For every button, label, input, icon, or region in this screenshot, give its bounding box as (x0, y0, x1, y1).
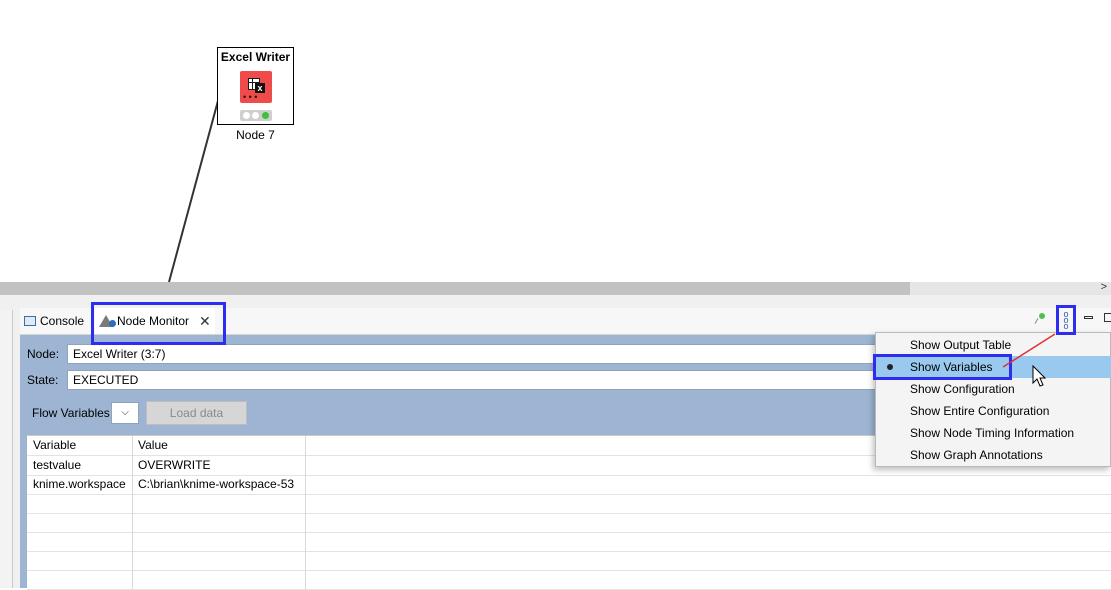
column-header-variable[interactable]: Variable (27, 436, 132, 455)
menu-item-show-output-table[interactable]: Show Output Table (876, 334, 1111, 356)
tab-label: Console (40, 314, 85, 328)
highlight-box-tab (91, 302, 226, 345)
scroll-right-icon[interactable]: > (1101, 281, 1107, 293)
menu-item-label: Show Graph Annotations (910, 448, 1043, 462)
menu-item-show-graph-annotations[interactable]: Show Graph Annotations (876, 444, 1111, 466)
tab-console[interactable]: Console (24, 308, 84, 334)
value-cell: OVERWRITE (138, 458, 211, 472)
highlight-box-menu-button (1056, 305, 1076, 335)
column-divider[interactable] (305, 436, 306, 589)
node-field: Excel Writer (3:7) (67, 344, 907, 364)
chevron-down-icon: ⌵ (121, 407, 129, 418)
minimize-icon[interactable] (1084, 316, 1093, 319)
node-label[interactable]: Node 7 (217, 128, 294, 142)
menu-item-label: Show Configuration (910, 382, 1015, 396)
flow-variables-dropdown[interactable]: ⌵ (111, 402, 139, 424)
menu-item-label: Show Node Timing Information (910, 426, 1075, 440)
menu-item-show-entire-configuration[interactable]: Show Entire Configuration (876, 400, 1111, 422)
table-row[interactable]: knime.workspace C:\brian\knime-workspace… (27, 475, 1111, 495)
table-row-empty (27, 513, 1111, 533)
left-panel-edge (0, 310, 13, 588)
column-header-value[interactable]: Value (132, 436, 304, 455)
table-row-empty (27, 551, 1111, 571)
variable-cell: knime.workspace (33, 477, 126, 491)
pin-icon[interactable] (1039, 313, 1045, 319)
menu-item-show-node-timing-information[interactable]: Show Node Timing Information (876, 422, 1111, 444)
state-field: EXECUTED (67, 370, 907, 390)
node-status-traffic-light (240, 110, 272, 121)
value-cell: C:\brian\knime-workspace-53 (138, 477, 295, 491)
view-menu-dropdown: Show Output Table Show Variables Show Co… (875, 332, 1111, 467)
highlight-box-menu-item (873, 354, 1012, 380)
scrollbar-thumb[interactable] (0, 282, 910, 295)
menu-item-label: Show Output Table (910, 338, 1012, 352)
canvas-horizontal-scrollbar[interactable]: > (0, 281, 1111, 295)
node-label-text: Node: (27, 347, 60, 361)
menu-item-label: Show Entire Configuration (910, 404, 1050, 418)
menu-item-show-configuration[interactable]: Show Configuration (876, 378, 1111, 400)
column-divider[interactable] (132, 436, 133, 589)
excel-writer-node[interactable]: Excel Writer x • • • (217, 47, 294, 125)
load-data-button[interactable]: Load data (146, 401, 247, 425)
variable-cell: testvalue (33, 458, 82, 472)
table-row-empty (27, 570, 1111, 590)
table-row-empty (27, 532, 1111, 552)
excel-writer-icon[interactable]: x • • • (240, 71, 272, 103)
workflow-canvas[interactable]: Excel Writer x • • • Node 7 (0, 0, 1111, 282)
table-row-empty (27, 494, 1111, 514)
flow-variables-label: Flow Variables (32, 406, 110, 420)
state-label-text: State: (27, 373, 59, 387)
console-icon (24, 316, 36, 326)
maximize-icon[interactable] (1104, 313, 1111, 322)
node-title: Excel Writer (220, 50, 291, 64)
